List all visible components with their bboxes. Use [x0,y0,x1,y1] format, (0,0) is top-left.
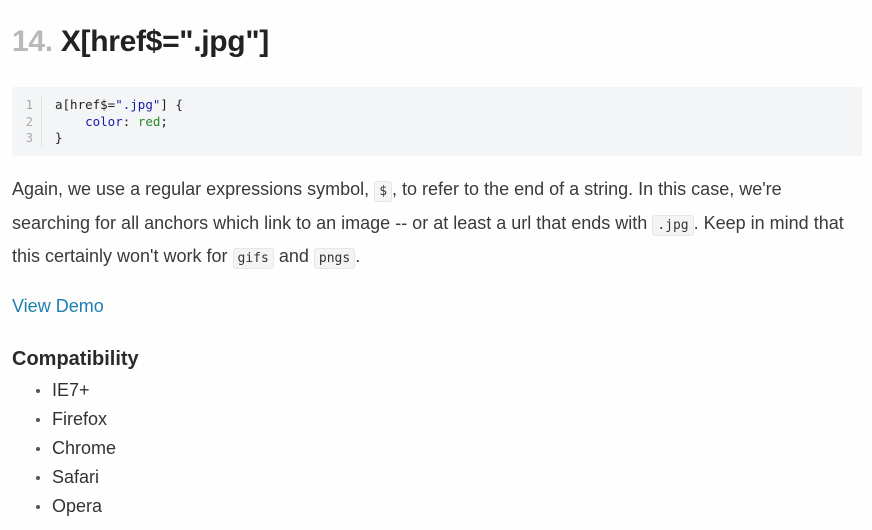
code-selector-end: ] { [160,97,183,112]
bullet-icon [36,388,40,393]
description-paragraph: Again, we use a regular expressions symb… [12,174,864,275]
code-line-1: a[href$=".jpg"] { [55,97,183,114]
code-colon: : [122,113,138,129]
code-block: 1 2 3 a[href$=".jpg"] { color: red; } [12,87,862,156]
code-line-2: color: red; [55,114,183,131]
bullet-icon [36,446,40,451]
inline-code: $ [374,181,393,202]
list-item: Opera [36,492,116,521]
view-demo-link[interactable]: View Demo [12,293,104,319]
inline-code: pngs [313,248,356,269]
code-selector: a[href$= [55,97,116,112]
code-lines: a[href$=".jpg"] { color: red; } [55,97,183,147]
list-item: Safari [36,463,116,492]
inline-code: .jpg [652,214,694,236]
text-segment: and [273,246,314,266]
bullet-icon [36,475,40,480]
browser-name: IE7+ [52,380,90,400]
browser-name: Chrome [52,438,117,458]
list-item: IE7+ [36,376,116,405]
browser-list: IE7+ Firefox Chrome Safari Opera [36,376,116,521]
compatibility-heading: Compatibility [12,348,139,370]
line-number-gutter: 1 2 3 [12,97,42,147]
text-segment: . [355,246,361,266]
list-item: Firefox [36,405,116,434]
text-segment: Again, we use a regular expressions symb… [12,179,375,199]
browser-name: Firefox [52,409,108,429]
code-property: color [85,113,123,129]
bullet-icon [36,417,40,422]
line-number: 3 [25,131,33,145]
line-number: 1 [25,98,33,112]
code-string: ".jpg" [115,97,161,112]
bullet-icon [36,504,40,509]
section-heading: 14. X[href$=".jpg"] [12,22,269,62]
browser-name: Safari [52,467,100,487]
line-number: 2 [25,114,33,129]
browser-name: Opera [52,496,103,516]
article-section: 14. X[href$=".jpg"] 1 2 3 a[href$=".jpg"]… [0,0,872,530]
section-number: 14. [12,25,53,58]
inline-code: gifs [232,248,274,269]
code-semicolon: ; [160,113,168,129]
code-value: red [137,113,161,129]
code-line-3: } [55,130,63,145]
list-item: Chrome [36,434,116,463]
section-title: X[href$=".jpg"] [60,25,269,58]
